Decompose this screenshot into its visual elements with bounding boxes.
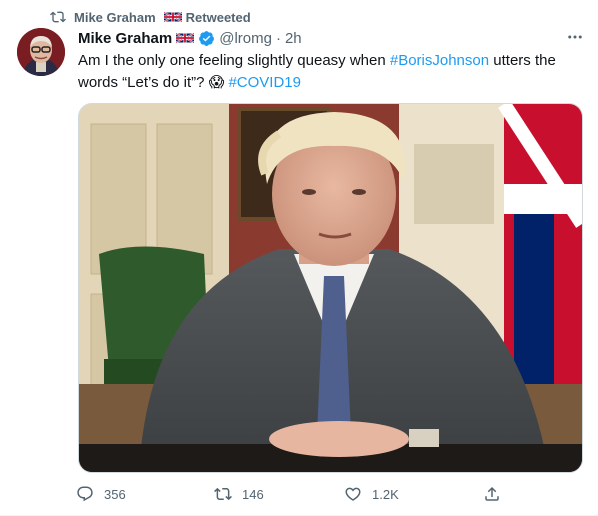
like-button[interactable]: 1.2K: [344, 482, 399, 506]
author-handle[interactable]: @lromg: [219, 30, 272, 47]
verified-badge-icon: [199, 30, 215, 46]
retweet-button[interactable]: 146: [214, 482, 264, 506]
share-button[interactable]: [483, 482, 501, 506]
avatar-image: [17, 28, 65, 76]
tweet-text: Am I the only one feeling slightly queas…: [78, 52, 556, 91]
hashtag-link[interactable]: #COVID19: [228, 74, 301, 91]
tweet-actions: 356 146 1.2K: [76, 482, 506, 506]
separator-dot: ·: [275, 29, 281, 47]
reply-count: 356: [104, 486, 126, 502]
like-count: 1.2K: [372, 486, 399, 502]
avatar[interactable]: [17, 28, 65, 76]
retweet-icon: [214, 487, 232, 501]
retweet-context: Mike Graham Retweeted: [50, 9, 251, 25]
tweet-timestamp[interactable]: 2h: [285, 30, 302, 47]
author-name[interactable]: Mike Graham: [78, 30, 172, 47]
tweet-header: Mike Graham @lromg · 2h: [78, 28, 584, 48]
emoji-scream: 😱: [208, 74, 225, 91]
reply-icon: [77, 486, 93, 502]
retweet-icon: [50, 11, 66, 23]
heart-icon: [345, 487, 361, 501]
tweet[interactable]: Mike Graham Retweeted Mike Graham @lromg…: [0, 0, 598, 516]
more-button[interactable]: [564, 26, 586, 48]
hashtag-link[interactable]: #BorisJohnson: [390, 52, 489, 69]
retweet-count: 146: [242, 486, 264, 502]
media-photo: [79, 104, 582, 472]
tweet-media-image[interactable]: [78, 103, 583, 473]
uk-flag-icon: [163, 11, 182, 23]
retweet-label[interactable]: Mike Graham Retweeted: [74, 10, 251, 25]
share-icon: [485, 486, 499, 501]
more-icon: [568, 35, 582, 39]
reply-button[interactable]: 356: [76, 482, 126, 506]
uk-flag-icon: [176, 32, 195, 44]
